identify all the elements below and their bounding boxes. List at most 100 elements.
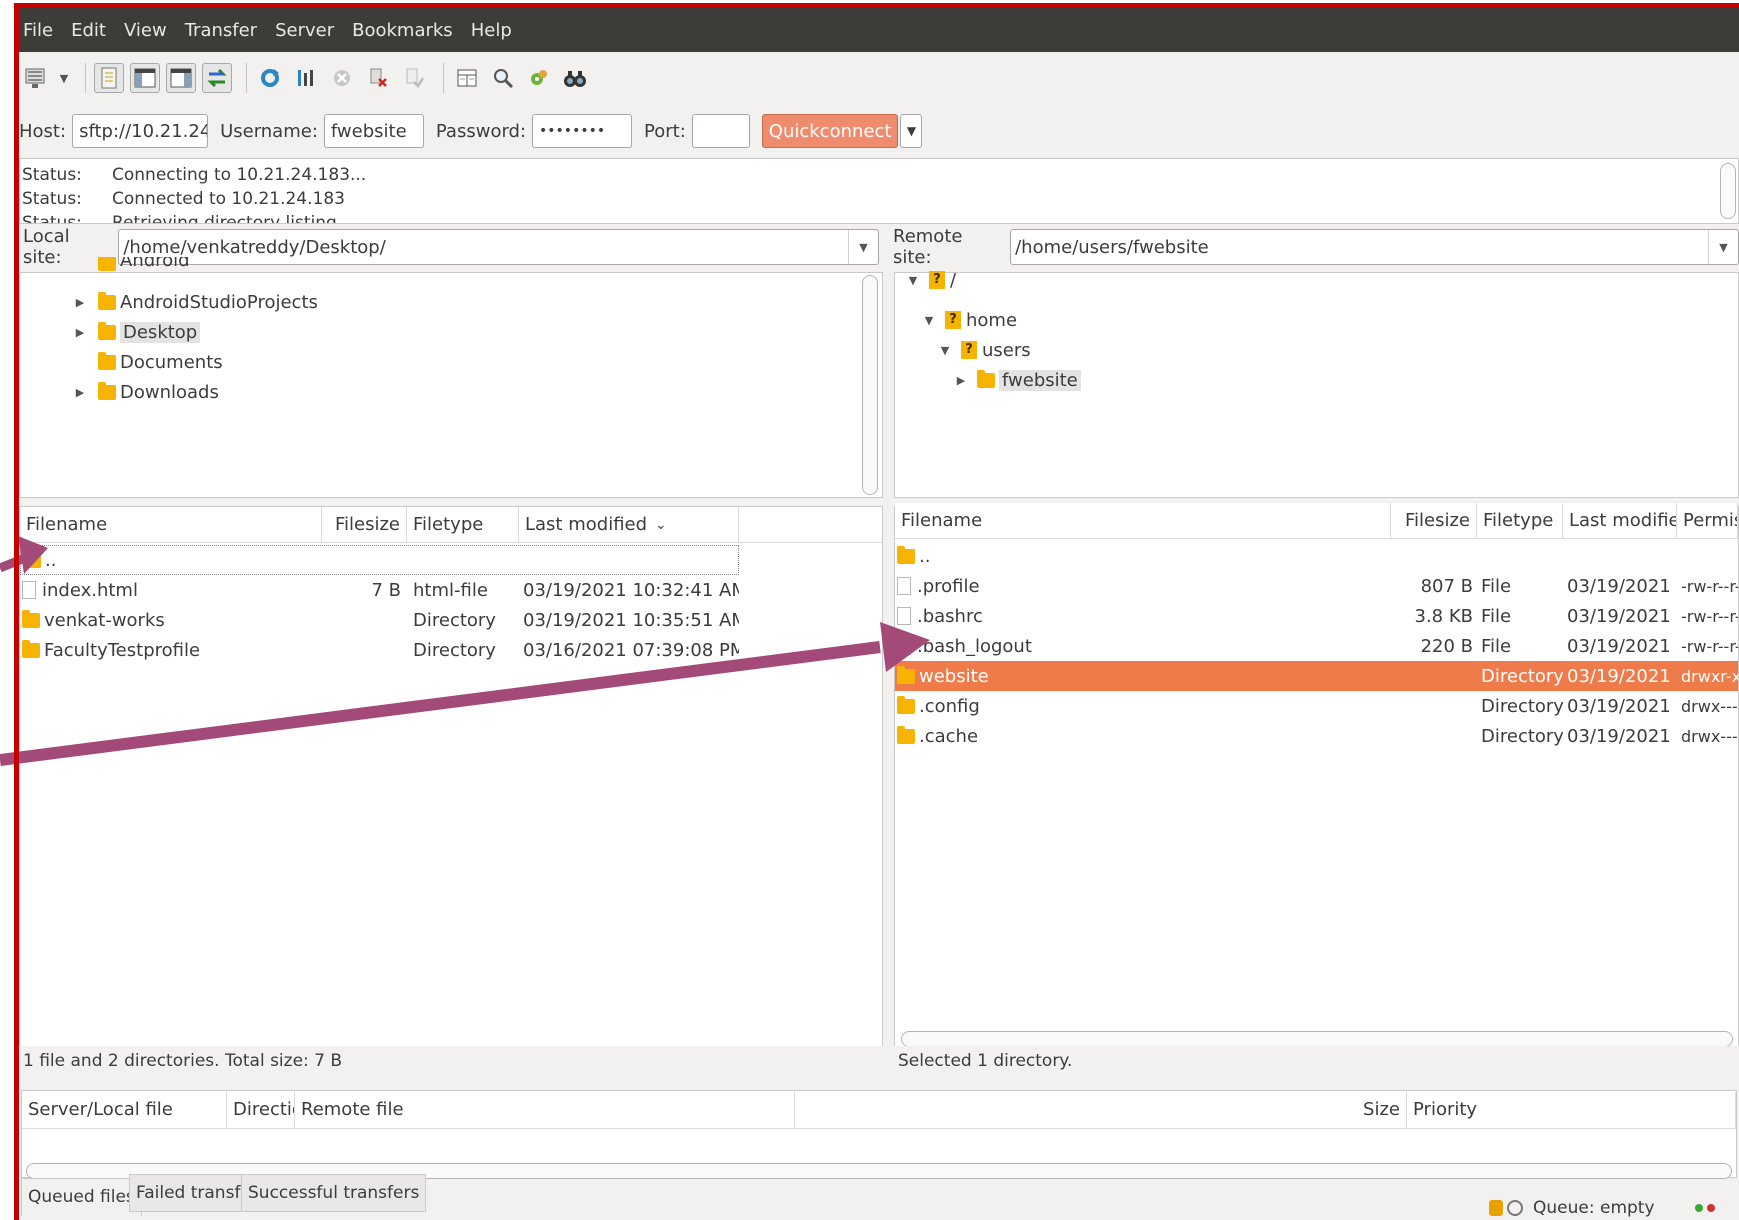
- local-file-row[interactable]: index.html 7 B html-file 03/19/2021 10:32:4…: [20, 575, 739, 605]
- password-input[interactable]: ••••••••: [532, 114, 633, 148]
- remote-tree-item[interactable]: ▶ fwebsite: [953, 365, 1081, 395]
- cancel-icon[interactable]: [327, 63, 357, 93]
- chevron-down-icon[interactable]: ▼: [937, 344, 953, 357]
- menu-view[interactable]: View: [124, 20, 167, 41]
- menu-transfer[interactable]: Transfer: [185, 20, 257, 41]
- remote-file-row[interactable]: .cache Directory03/19/2021 ...drwx------: [895, 721, 1738, 751]
- remote-file-row[interactable]: website Directory03/19/2021 ...drwxr-xr: [895, 661, 1738, 691]
- menu-help[interactable]: Help: [471, 20, 512, 41]
- refresh-icon[interactable]: [255, 63, 285, 93]
- remote-path-combo[interactable]: /home/users/fwebsite ▼: [1010, 229, 1739, 265]
- tree-item-label: Downloads: [120, 381, 219, 403]
- unknown-folder-icon: ?: [961, 341, 977, 359]
- tab-successful-transfers[interactable]: Successful transfers: [241, 1174, 427, 1212]
- column-last-modified[interactable]: Last modified: [1563, 502, 1677, 539]
- column-last-modified[interactable]: Last modified ⌄: [519, 506, 739, 543]
- disconnect-icon[interactable]: [363, 63, 393, 93]
- file-permissions: [1677, 541, 1738, 571]
- folder-icon: [98, 321, 116, 340]
- file-name: venkat-works: [44, 609, 165, 631]
- column-permissions[interactable]: Permiss: [1677, 502, 1738, 539]
- username-input[interactable]: fwebsite: [323, 114, 424, 148]
- quickconnect-bar: Host: sftp://10.21.24.183 Username: fweb…: [19, 108, 1739, 154]
- file-name: ..: [45, 549, 57, 571]
- local-tree-item[interactable]: ▶ AndroidStudioProjects: [72, 287, 318, 317]
- filter-icon[interactable]: [488, 63, 518, 93]
- local-file-row[interactable]: venkat-works Directory 03/19/2021 10:35:51…: [20, 605, 739, 635]
- toggle-queue-icon[interactable]: [202, 63, 232, 93]
- column-priority[interactable]: Priority: [1407, 1091, 1736, 1128]
- file-name-cell: .cache: [895, 721, 1391, 751]
- column-direction[interactable]: Directio: [227, 1091, 295, 1128]
- log-scrollbar[interactable]: [1720, 163, 1736, 219]
- column-size[interactable]: Size: [795, 1091, 1407, 1128]
- quickconnect-button[interactable]: Quickconnect: [761, 114, 899, 148]
- chevron-down-icon[interactable]: ▼: [848, 230, 878, 264]
- local-tree-item[interactable]: Android: [72, 257, 190, 271]
- toggle-local-tree-icon[interactable]: [130, 63, 160, 93]
- process-queue-icon[interactable]: [291, 63, 321, 93]
- remote-file-row[interactable]: ..: [895, 541, 1738, 571]
- host-label: Host:: [19, 120, 67, 142]
- file-modified: 03/16/2021 07:39:08 PM: [523, 639, 739, 661]
- tab-queued-files[interactable]: Queued files: [21, 1178, 142, 1216]
- chevron-right-icon[interactable]: ▶: [72, 386, 88, 399]
- toggle-remote-tree-icon[interactable]: [166, 63, 196, 93]
- search-icon[interactable]: [560, 63, 590, 93]
- local-path-combo[interactable]: /home/venkatreddy/Desktop/ ▼: [118, 229, 879, 265]
- file-type: Directory: [1481, 725, 1563, 747]
- host-input[interactable]: sftp://10.21.24.183: [72, 114, 209, 148]
- username-label: Username:: [220, 120, 318, 142]
- remote-file-row[interactable]: .profile 807 B File 03/19/2021 ...-rw-r--r-…: [895, 571, 1738, 601]
- chevron-down-icon[interactable]: ▼: [905, 274, 921, 287]
- column-filesize[interactable]: Filesize: [322, 506, 407, 543]
- menu-file[interactable]: File: [23, 20, 53, 41]
- toggle-log-icon[interactable]: [94, 63, 124, 93]
- reconnect-icon[interactable]: [399, 63, 429, 93]
- column-server-local-file[interactable]: Server/Local file: [22, 1091, 227, 1128]
- directory-compare-icon[interactable]: [452, 63, 482, 93]
- local-tree-item[interactable]: ▶ Downloads: [72, 377, 219, 407]
- column-remote-file[interactable]: Remote file: [295, 1091, 795, 1128]
- remote-site-bar: Remote site: /home/users/fwebsite ▼: [889, 224, 1739, 270]
- column-filename[interactable]: Filename: [895, 502, 1391, 539]
- tree-item-label: home: [966, 309, 1018, 331]
- file-modified: 03/19/2021 10:35:51 AM: [523, 609, 739, 631]
- file-name-cell: website: [895, 661, 1391, 691]
- dropdown-arrow-icon[interactable]: ▼: [57, 63, 71, 93]
- remote-tree-item[interactable]: ▼? home: [921, 305, 1017, 335]
- remote-file-row[interactable]: .bashrc 3.8 KB File 03/19/2021 ...-rw-r--r-…: [895, 601, 1738, 631]
- remote-file-list: Filename Filesize Filetype Last modified…: [894, 502, 1739, 1050]
- chevron-right-icon[interactable]: ▶: [72, 296, 88, 309]
- site-manager-icon[interactable]: [21, 63, 51, 93]
- sync-browse-icon[interactable]: [524, 63, 554, 93]
- chevron-right-icon[interactable]: ▶: [953, 374, 969, 387]
- file-modified: 03/19/2021 ...: [1567, 665, 1677, 687]
- local-tree-item[interactable]: ▶ Desktop: [72, 317, 201, 347]
- column-filesize[interactable]: Filesize: [1391, 502, 1477, 539]
- file-modified: 03/19/2021 ...: [1567, 575, 1677, 597]
- menu-server[interactable]: Server: [275, 20, 334, 41]
- remote-tree-item[interactable]: ▼? /: [905, 265, 956, 295]
- remote-file-row[interactable]: .config Directory03/19/2021 ...drwx------: [895, 691, 1738, 721]
- file-type: Directory: [413, 609, 496, 631]
- chevron-down-icon[interactable]: ▼: [921, 314, 937, 327]
- local-file-row[interactable]: FacultyTestprofile Directory 03/16/2021 07…: [20, 635, 739, 665]
- remote-list-hscrollbar[interactable]: [901, 1031, 1733, 1047]
- column-filename[interactable]: Filename: [20, 506, 322, 543]
- local-tree-item[interactable]: Documents: [72, 347, 223, 377]
- column-filetype[interactable]: Filetype: [1477, 502, 1563, 539]
- menu-bookmarks[interactable]: Bookmarks: [352, 20, 453, 41]
- quickconnect-dropdown-icon[interactable]: ▼: [900, 114, 923, 148]
- file-name-cell: .bashrc: [895, 601, 1391, 631]
- port-input[interactable]: [691, 114, 750, 148]
- chevron-right-icon[interactable]: ▶: [72, 326, 88, 339]
- local-file-row[interactable]: ..: [20, 545, 739, 575]
- speed-limit-icon[interactable]: [1507, 1200, 1523, 1216]
- remote-tree-item[interactable]: ▼? users: [937, 335, 1031, 365]
- menu-edit[interactable]: Edit: [71, 20, 106, 41]
- remote-file-row[interactable]: .bash_logout 220 B File 03/19/2021 ...-rw-r…: [895, 631, 1738, 661]
- local-tree-scrollbar[interactable]: [862, 275, 878, 495]
- column-filetype[interactable]: Filetype: [407, 506, 519, 543]
- chevron-down-icon[interactable]: ▼: [1708, 230, 1738, 264]
